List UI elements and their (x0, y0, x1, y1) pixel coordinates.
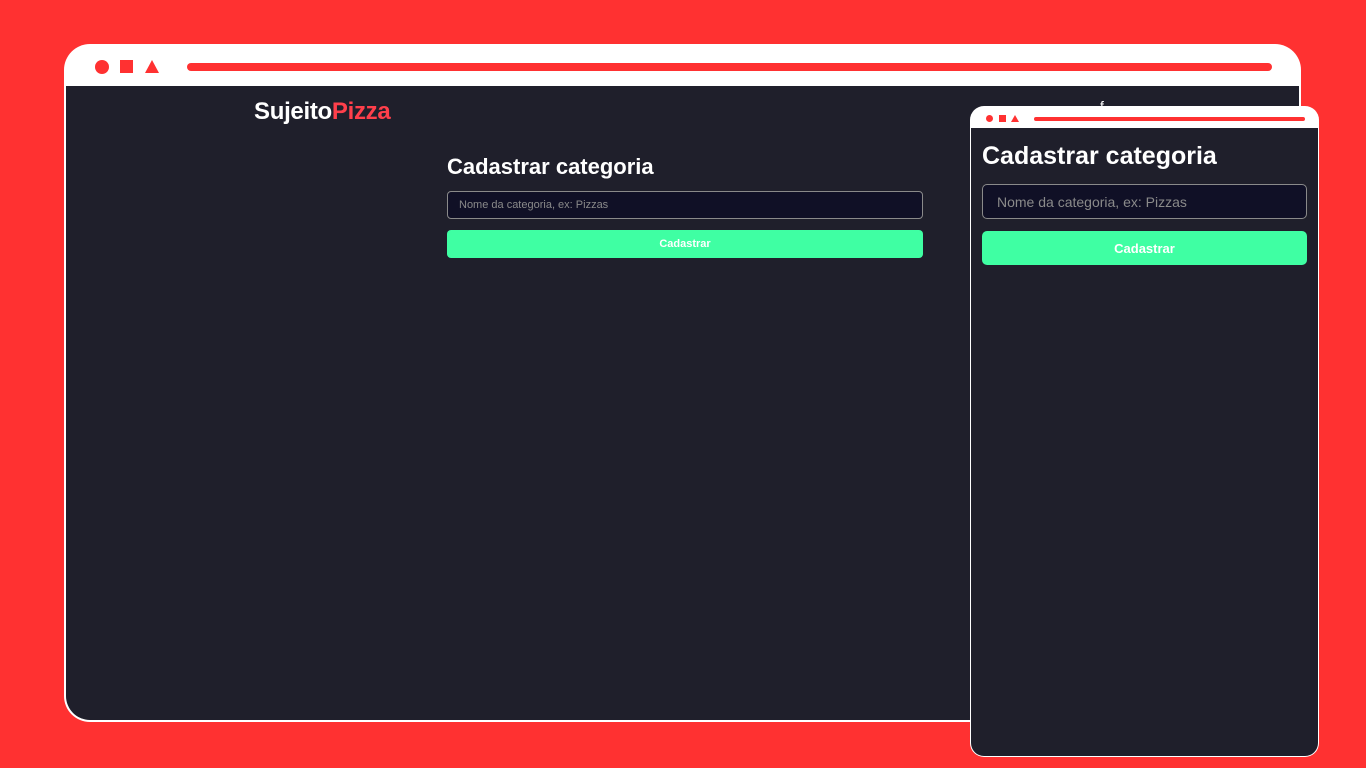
submit-button-mobile[interactable]: Cadastrar (982, 231, 1307, 265)
square-icon (999, 115, 1006, 122)
triangle-icon (1011, 115, 1019, 122)
category-name-input-mobile[interactable] (982, 184, 1307, 219)
submit-button[interactable]: Cadastrar (447, 230, 923, 258)
address-bar (1034, 117, 1305, 121)
logo-link[interactable]: SujeitoPizza (254, 98, 391, 126)
logo-text-white: Sujeito (254, 98, 332, 125)
square-icon (120, 60, 133, 73)
logo-text-red: Pizza (331, 98, 391, 125)
category-form: Cadastrar categoria Cadastrar (447, 154, 923, 258)
desktop-browser-chrome (64, 44, 1301, 86)
mobile-app-content: Cadastrar categoria Cadastrar (971, 128, 1318, 756)
category-form-mobile: Cadastrar categoria Cadastrar (982, 142, 1307, 265)
page-title: Cadastrar categoria (447, 154, 654, 179)
triangle-icon (145, 60, 159, 73)
page-title-mobile: Cadastrar categoria (982, 142, 1217, 170)
category-name-input[interactable] (447, 191, 923, 219)
address-bar (187, 63, 1272, 71)
mobile-browser-window: Cadastrar categoria Cadastrar (970, 106, 1319, 757)
circle-icon (986, 115, 993, 122)
circle-icon (95, 60, 109, 74)
mobile-browser-chrome (970, 106, 1319, 128)
